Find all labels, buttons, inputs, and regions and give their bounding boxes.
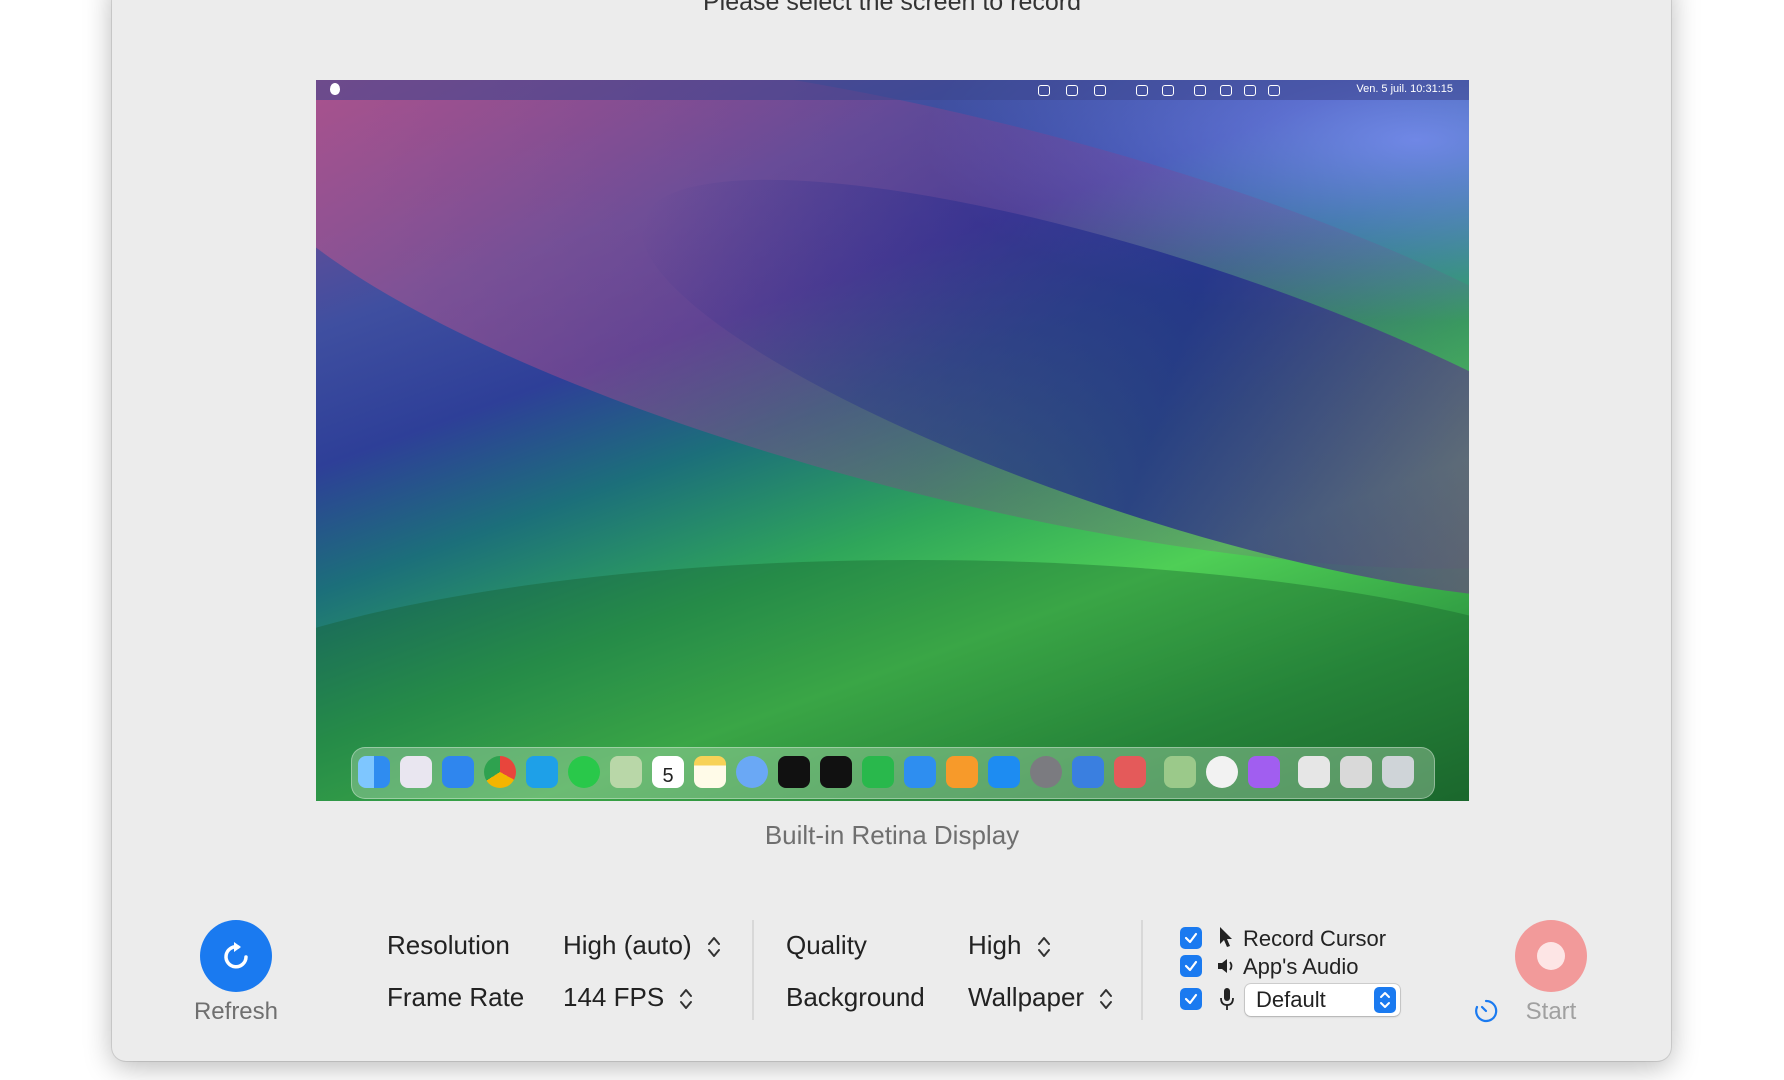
screen-preview[interactable]: Ven. 5 juil. 10:31:15 5 — [316, 80, 1469, 801]
frame-rate-value: 144 FPS — [563, 982, 665, 1012]
record-icon — [1537, 942, 1565, 970]
preview-dock: 5 — [351, 747, 1435, 799]
calendar-icon: 5 — [652, 756, 684, 788]
apple-logo-icon — [330, 83, 340, 95]
frame-rate-label: Frame Rate — [387, 982, 525, 1012]
chrome-icon — [484, 756, 516, 788]
app-audio-checkbox[interactable] — [1180, 955, 1202, 977]
search-icon — [1244, 85, 1256, 96]
proxyman-icon — [1072, 756, 1104, 788]
keynote-icon — [904, 756, 936, 788]
vpn-icon — [736, 756, 768, 788]
screenrecorder-icon — [1206, 756, 1238, 788]
menubar-status-icon — [1094, 85, 1106, 96]
quality-label: Quality — [786, 930, 867, 960]
menubar-status-icon — [1038, 85, 1050, 96]
app-audio-label: App's Audio — [1243, 954, 1359, 979]
documents-icon — [1340, 756, 1372, 788]
trash-icon — [1382, 756, 1414, 788]
downloads-icon — [1298, 756, 1330, 788]
checkmark-icon — [1184, 960, 1198, 972]
resolution-value: High (auto) — [563, 930, 692, 960]
checkmark-icon — [1184, 993, 1198, 1005]
user-icon — [1220, 85, 1232, 96]
refresh-icon — [224, 942, 248, 969]
refresh-button[interactable] — [200, 920, 272, 992]
netflix-icon — [820, 756, 852, 788]
speaker-icon — [1218, 959, 1233, 973]
quality-select[interactable]: High — [968, 930, 1051, 961]
launchpad-icon — [400, 756, 432, 788]
control-center-icon — [1268, 85, 1280, 96]
separator — [752, 920, 754, 1020]
updown-chevron-icon — [1100, 989, 1113, 1010]
timer-icon[interactable] — [1473, 998, 1499, 1024]
preview-menubar: Ven. 5 juil. 10:31:15 — [316, 80, 1469, 100]
checkmark-icon — [1184, 932, 1198, 944]
updown-chevron-icon — [1037, 937, 1050, 958]
wifi-icon — [1194, 85, 1206, 96]
quality-value: High — [968, 930, 1022, 960]
microphone-value: Default — [1256, 987, 1326, 1012]
numbers-icon — [862, 756, 894, 788]
display-name: Built-in Retina Display — [764, 820, 1020, 850]
refresh-label: Refresh — [193, 998, 279, 1025]
resolution-select[interactable]: High (auto) — [563, 930, 721, 961]
background-select[interactable]: Wallpaper — [968, 982, 1113, 1013]
appletv-icon — [778, 756, 810, 788]
pages-icon — [946, 756, 978, 788]
menubar-status-icon — [1136, 85, 1148, 96]
background-label: Background — [786, 982, 925, 1012]
finder-icon — [358, 756, 390, 788]
start-label: Start — [1525, 998, 1577, 1025]
podcast-icon — [1248, 756, 1280, 788]
window-title: Please select the screen to record — [703, 0, 1081, 16]
resolution-label: Resolution — [387, 930, 510, 960]
skype-icon — [526, 756, 558, 788]
microphone-icon — [1220, 988, 1234, 1010]
select-arrow — [1374, 987, 1396, 1013]
notes-icon — [694, 756, 726, 788]
cursor-icon — [1220, 927, 1232, 947]
battery-icon — [1162, 85, 1174, 96]
menubar-status-icon — [1066, 85, 1078, 96]
frame-rate-select[interactable]: 144 FPS — [563, 982, 693, 1013]
maps-icon — [610, 756, 642, 788]
system-settings-icon — [1030, 756, 1062, 788]
background-value: Wallpaper — [968, 982, 1085, 1012]
separator — [1141, 920, 1143, 1020]
start-button[interactable] — [1515, 920, 1587, 992]
safari-icon — [442, 756, 474, 788]
microphone-checkbox[interactable] — [1180, 988, 1202, 1010]
microphone-select[interactable]: Default — [1245, 984, 1400, 1016]
preview-icon — [1164, 756, 1196, 788]
record-cursor-label: Record Cursor — [1243, 926, 1387, 951]
whatsapp-icon — [568, 756, 600, 788]
pixelmator-icon — [1114, 756, 1146, 788]
menubar-clock: Ven. 5 juil. 10:31:15 — [1356, 83, 1453, 95]
updown-chevron-icon — [707, 937, 720, 958]
appstore-icon — [988, 756, 1020, 788]
updown-chevron-icon — [680, 989, 693, 1010]
updown-chevron-icon — [1380, 992, 1390, 1008]
record-cursor-checkbox[interactable] — [1180, 927, 1202, 949]
